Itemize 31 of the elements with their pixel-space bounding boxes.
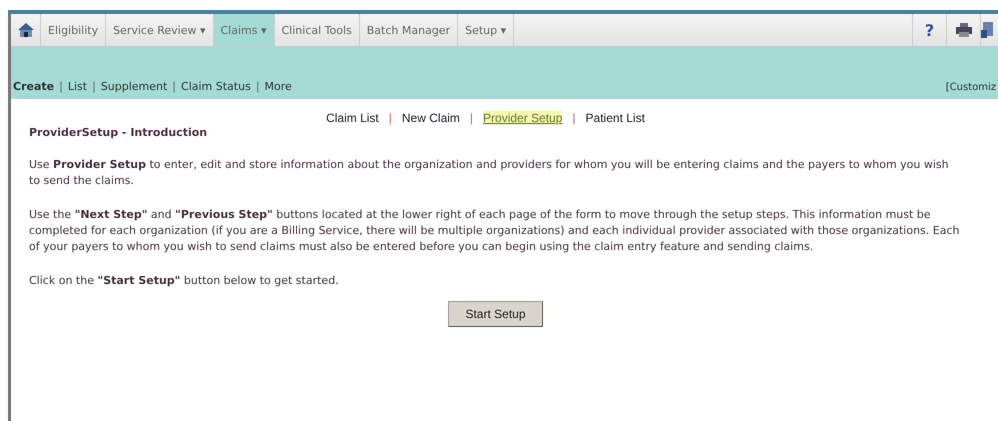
start-setup-button[interactable]: Start Setup bbox=[448, 301, 543, 327]
separator: | bbox=[256, 80, 260, 93]
page-heading: ProviderSetup - Introduction bbox=[29, 125, 208, 141]
subnav-link[interactable]: Create bbox=[13, 80, 54, 93]
subnav-link[interactable]: Supplement bbox=[100, 80, 168, 93]
customize-link[interactable]: [Customiz bbox=[946, 82, 996, 93]
help-button[interactable]: ? bbox=[912, 14, 946, 46]
subnav-link[interactable]: List bbox=[68, 80, 88, 93]
printer-icon bbox=[956, 23, 972, 37]
paragraph: Click on the "Start Setup" button below to get started. bbox=[29, 273, 340, 289]
page-link[interactable]: Provider Setup bbox=[483, 111, 562, 125]
document-icon bbox=[981, 22, 993, 38]
separator: | bbox=[470, 111, 474, 125]
home-icon bbox=[16, 22, 34, 38]
tab[interactable]: Claims ▾ bbox=[214, 14, 274, 46]
separator: | bbox=[59, 80, 63, 93]
paragraph: Use Provider Setup to enter, edit and store information about the organization and providers for whom you will be entering claims and the payers to whom you wish to send the claims. bbox=[29, 157, 950, 189]
separator: | bbox=[572, 111, 576, 125]
tab[interactable]: Eligibility bbox=[41, 14, 106, 46]
page-link[interactable]: Patient List bbox=[586, 111, 645, 125]
paragraph: Use the "Next Step" and "Previous Step" buttons located at the lower right of each page of the form to move through the setup steps. This information must be completed for each organization (if you are a Billing Service, there will be multiple organizations) and each individual provider associated with those organizations. Each of your payers to whom you wish to send claims must also be entered before you can begin using the claim entry feature and sending claims. bbox=[29, 207, 960, 255]
page-link[interactable]: New Claim bbox=[402, 111, 460, 125]
subnav-link[interactable]: Claim Status bbox=[181, 80, 251, 93]
tab[interactable]: Clinical Tools bbox=[274, 14, 360, 46]
separator: | bbox=[172, 80, 176, 93]
separator: | bbox=[92, 80, 96, 93]
tab[interactable]: Batch Manager bbox=[360, 14, 458, 46]
page-link[interactable]: Claim List bbox=[326, 111, 379, 125]
separator: | bbox=[388, 111, 392, 125]
tab[interactable]: Setup ▾ bbox=[458, 14, 514, 46]
subnav-link[interactable]: More bbox=[264, 80, 292, 93]
